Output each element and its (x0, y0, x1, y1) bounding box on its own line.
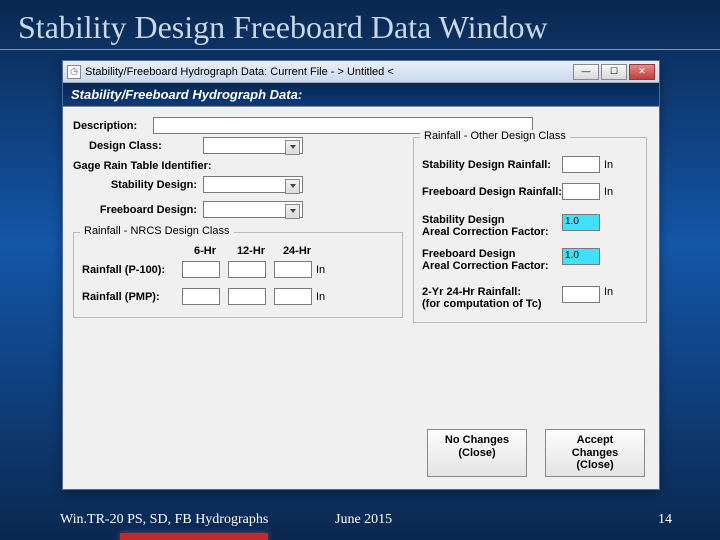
p100-24hr-input[interactable] (274, 261, 312, 278)
col-6hr-label: 6-Hr (182, 245, 228, 257)
col-12hr-label: 12-Hr (228, 245, 274, 257)
nrcs-group-title: Rainfall - NRCS Design Class (80, 225, 234, 237)
freeboard-design-select[interactable] (203, 201, 303, 218)
pmp-12hr-input[interactable] (228, 288, 266, 305)
footer-mid: June 2015 (335, 512, 392, 528)
maximize-button[interactable]: ☐ (601, 64, 627, 80)
stab-areal-input[interactable]: 1.0 (562, 214, 600, 231)
freeboard-design-label: Freeboard Design: (73, 204, 203, 216)
pmp-unit: In (316, 291, 325, 303)
other-group-title: Rainfall - Other Design Class (420, 130, 570, 142)
pmp-6hr-input[interactable] (182, 288, 220, 305)
stab-areal-label: Stability Design Areal Correction Factor… (422, 214, 562, 238)
two-yr-input[interactable] (562, 286, 600, 303)
p100-unit: In (316, 264, 325, 276)
no-changes-button[interactable]: No Changes (Close) (427, 429, 527, 477)
two-yr-label: 2-Yr 24-Hr Rainfall: (for computation of… (422, 286, 562, 310)
description-label: Description: (73, 120, 153, 132)
rainfall-p100-label: Rainfall (P-100): (82, 264, 182, 276)
two-yr-unit: In (604, 286, 613, 298)
stability-design-label: Stability Design: (73, 179, 203, 191)
p100-12hr-input[interactable] (228, 261, 266, 278)
design-class-select[interactable] (203, 137, 303, 154)
footer-right: 14 (658, 512, 672, 528)
footer-accent-bar (120, 533, 268, 540)
stability-design-select[interactable] (203, 176, 303, 193)
pmp-24hr-input[interactable] (274, 288, 312, 305)
fb-areal-input[interactable]: 1.0 (562, 248, 600, 265)
p100-6hr-input[interactable] (182, 261, 220, 278)
window-banner: Stability/Freeboard Hydrograph Data: (63, 83, 659, 107)
minimize-button[interactable]: — (573, 64, 599, 80)
window-titlebar: ◷ Stability/Freeboard Hydrograph Data: C… (63, 61, 659, 83)
slide-title: Stability Design Freeboard Data Window (0, 0, 720, 50)
gage-rain-label: Gage Rain Table Identifier: (73, 160, 223, 172)
fb-areal-label: Freeboard Design Areal Correction Factor… (422, 248, 562, 272)
dialog-window: ◷ Stability/Freeboard Hydrograph Data: C… (62, 60, 660, 490)
accept-changes-button[interactable]: Accept Changes (Close) (545, 429, 645, 477)
close-button[interactable]: ✕ (629, 64, 655, 80)
freeboard-rain-input[interactable] (562, 183, 600, 200)
banner-text: Stability/Freeboard Hydrograph Data: (71, 87, 302, 102)
stability-rain-input[interactable] (562, 156, 600, 173)
col-24hr-label: 24-Hr (274, 245, 320, 257)
freeboard-rain-label: Freeboard Design Rainfall: (422, 186, 562, 198)
rainfall-pmp-label: Rainfall (PMP): (82, 291, 182, 303)
design-class-label: Design Class: (73, 140, 203, 152)
app-icon: ◷ (67, 65, 81, 79)
window-title: Stability/Freeboard Hydrograph Data: Cur… (85, 66, 573, 78)
fb-rain-unit: In (604, 186, 613, 198)
slide-footer: Win.TR-20 PS, SD, FB Hydrographs June 20… (0, 502, 720, 540)
stab-rain-unit: In (604, 159, 613, 171)
footer-left: Win.TR-20 PS, SD, FB Hydrographs (60, 512, 268, 528)
stability-rain-label: Stability Design Rainfall: (422, 159, 562, 171)
